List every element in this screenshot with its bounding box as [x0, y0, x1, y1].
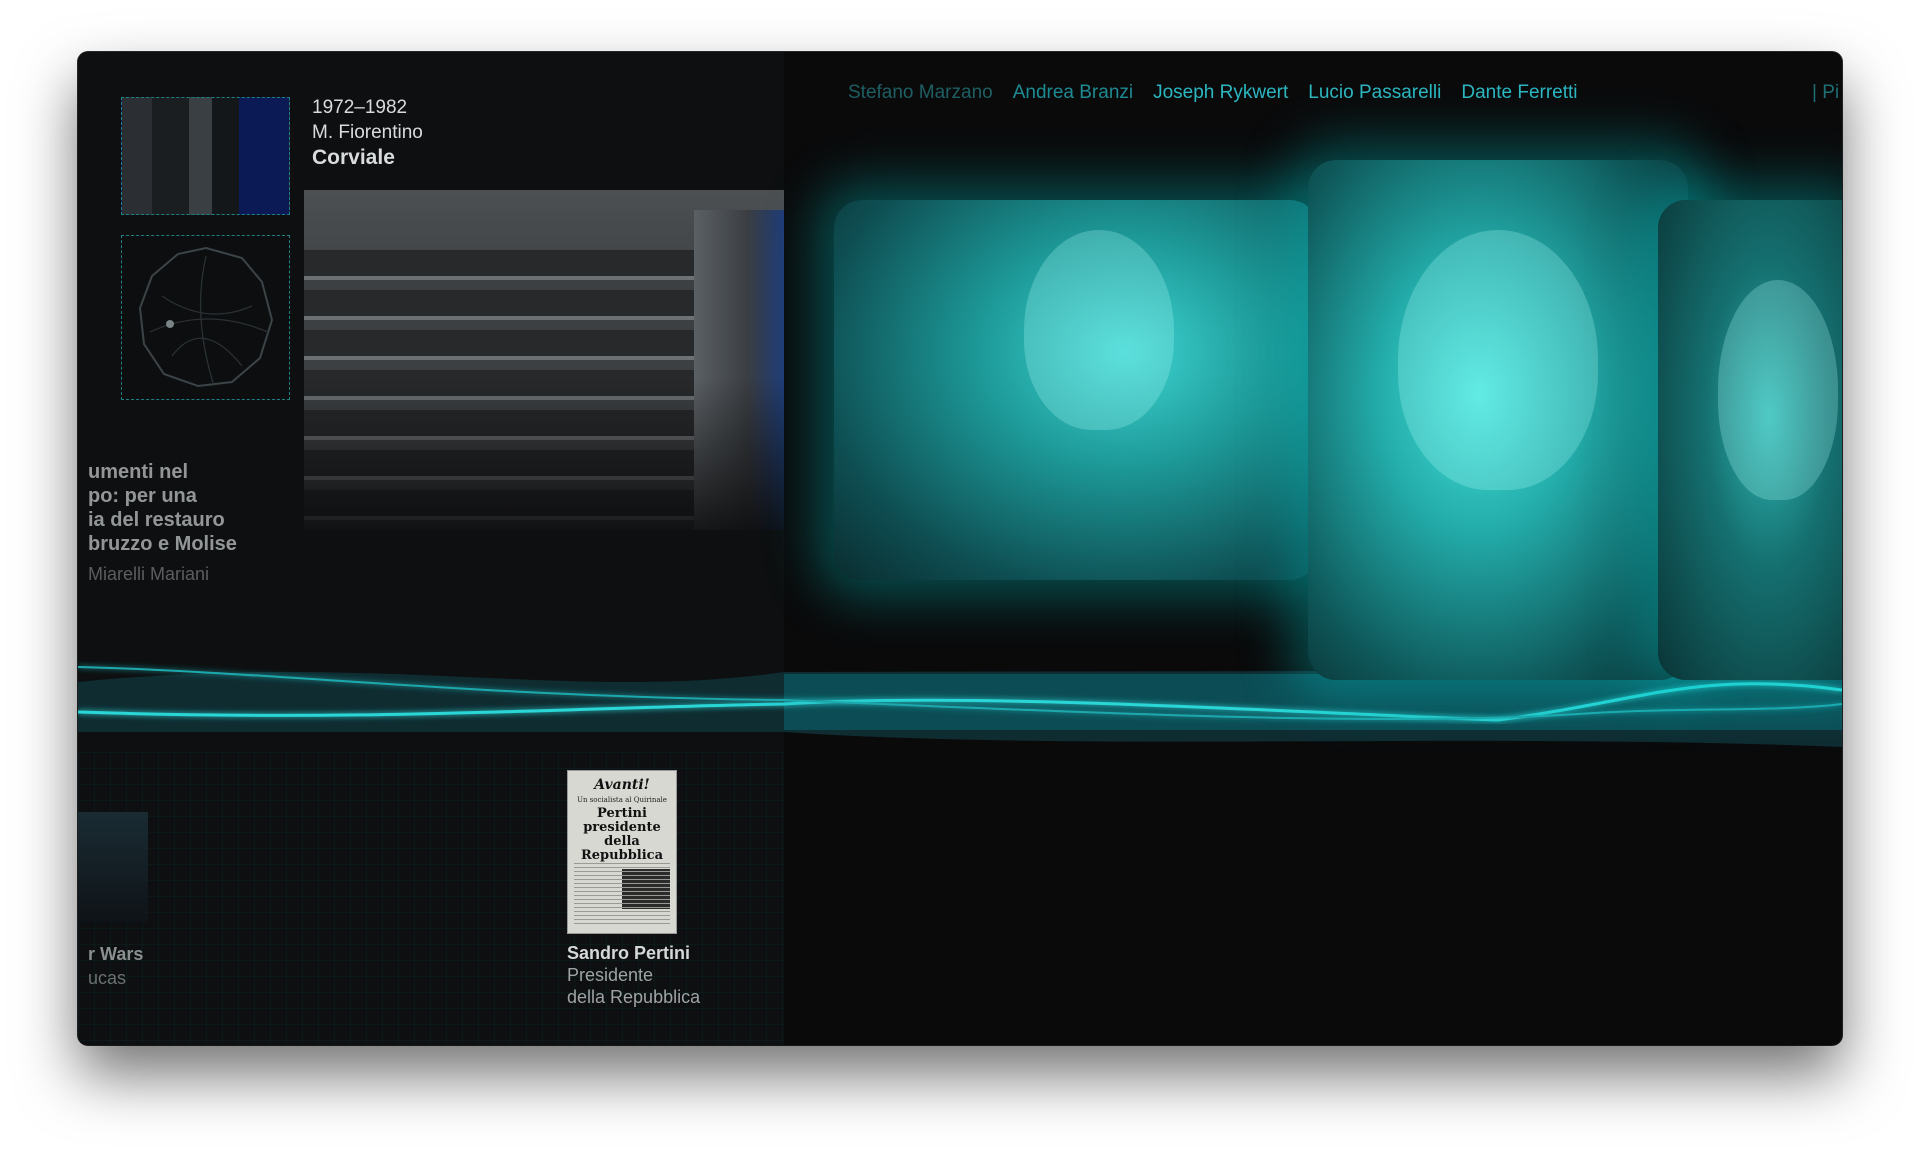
pertini-subtitle-2: della Repubblica — [567, 987, 701, 1007]
nav-person[interactable]: Lucio Passarelli — [1308, 82, 1441, 104]
face-highlight — [1024, 230, 1174, 430]
people-nav: Stefano Marzano Andrea Branzi Joseph Ryk… — [848, 82, 1578, 104]
interviewee-video-third[interactable] — [1658, 200, 1842, 680]
wave-area-right — [784, 674, 1842, 730]
nav-person[interactable]: Stefano Marzano — [848, 82, 993, 104]
pertini-title: Sandro Pertini — [567, 943, 691, 963]
face-highlight — [1718, 280, 1838, 500]
side-card-title[interactable]: umenti nel po: per una ia del restauro b… — [88, 460, 237, 556]
nav-person[interactable]: Andrea Branzi — [1013, 82, 1133, 104]
face-highlight — [1398, 230, 1598, 490]
project-years: 1972–1982 — [312, 97, 408, 118]
project-meta: 1972–1982 M. Fiorentino Corviale — [312, 95, 423, 170]
nav-person[interactable]: Dante Ferretti — [1461, 82, 1577, 104]
star-wars-subtitle: ucas — [88, 968, 127, 988]
nav-trailing[interactable]: | Pi — [1812, 82, 1839, 104]
project-author: M. Fiorentino — [312, 122, 423, 143]
newspaper-columns — [574, 863, 670, 927]
timeline-left-pane: 1972–1982 M. Fiorentino Corviale umenti … — [78, 52, 784, 1045]
pertini-caption: Sandro Pertini Presidente della Repubbli… — [567, 942, 700, 1008]
rome-map-icon — [138, 246, 274, 388]
photo-fade — [304, 190, 784, 530]
side-card-title-line: bruzzo e Molise — [88, 533, 237, 555]
pertini-subtitle-1: Presidente — [567, 965, 654, 985]
side-card-title-line: ia del restauro — [88, 509, 225, 531]
side-card-author: Miarelli Mariani — [88, 564, 210, 584]
newspaper-headline: Pertini presidente della Repubblica — [580, 806, 663, 863]
star-wars-thumbnail[interactable] — [78, 812, 148, 922]
app-window: 1972–1982 M. Fiorentino Corviale umenti … — [78, 52, 1842, 1045]
newspaper-subhead: Un socialista al Quirinale — [577, 796, 667, 804]
newspaper-masthead: Avanti! — [594, 777, 650, 793]
corviale-thumbnail[interactable] — [121, 97, 290, 215]
star-wars-caption: r Wars ucas — [88, 942, 143, 990]
side-card-title-line: po: per una — [88, 485, 197, 507]
project-title[interactable]: Corviale — [312, 145, 423, 170]
side-card-title-line: umenti nel — [88, 461, 189, 483]
nav-person[interactable]: Joseph Rykwert — [1153, 82, 1288, 104]
interviewee-video-woman[interactable] — [834, 200, 1318, 580]
rome-map-thumbnail[interactable] — [121, 235, 290, 400]
interviewee-video-man[interactable] — [1308, 160, 1688, 680]
newspaper-thumbnail[interactable]: Avanti! Un socialista al Quirinale Perti… — [567, 770, 677, 934]
star-wars-title: r Wars — [88, 944, 144, 964]
corviale-photo[interactable] — [304, 190, 784, 530]
